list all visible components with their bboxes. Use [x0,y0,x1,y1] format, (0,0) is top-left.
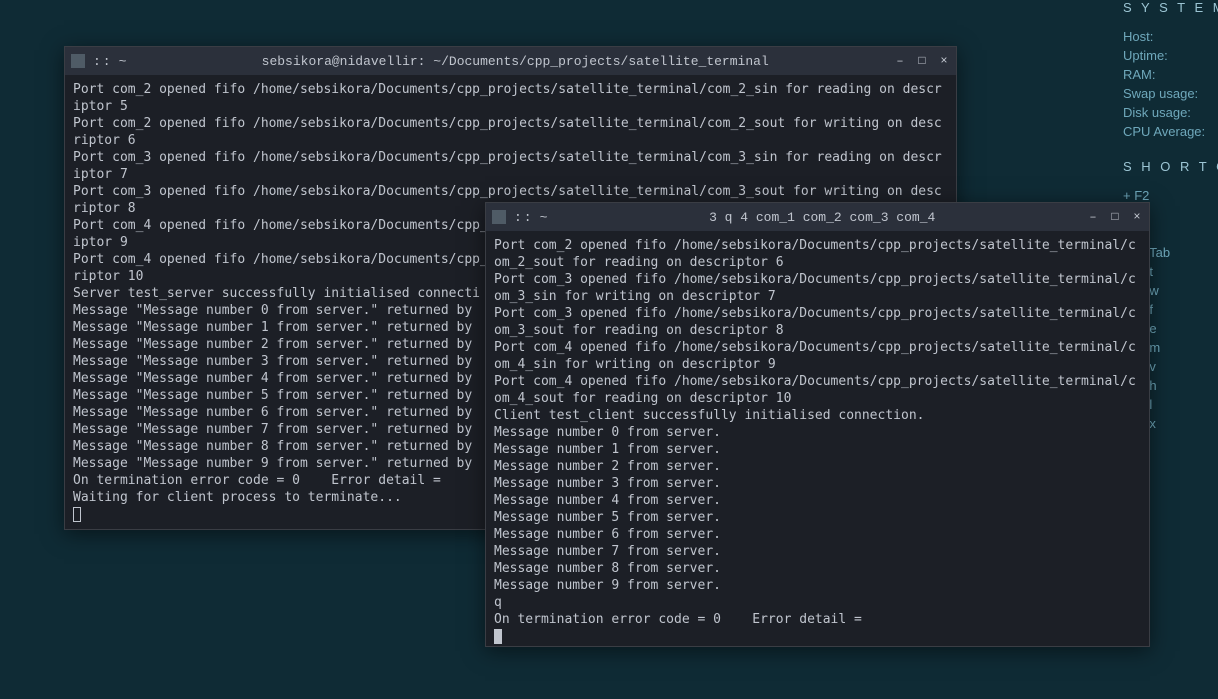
maximize-button[interactable]: □ [916,55,928,67]
terminal-title: 3 q 4 com_1 com_2 com_3 com_4 [557,210,1087,225]
terminal-titlebar[interactable]: :: ~ sebsikora@nidavellir: ~/Documents/c… [65,47,956,75]
sidebar-sys-item: Swap usage: [1123,84,1218,103]
sidebar-heading-system: S Y S T E M I [1123,0,1218,15]
terminal-window-client[interactable]: :: ~ 3 q 4 com_1 com_2 com_3 com_4 – □ ×… [485,202,1150,647]
title-prefix: :: [93,54,113,69]
terminal-title: sebsikora@nidavellir: ~/Documents/cpp_pr… [136,54,894,69]
sidebar-heading-shortcuts: S H O R T C U [1123,159,1218,174]
terminal-text: Port com_2 opened fifo /home/sebsikora/D… [494,238,1136,627]
sidebar-sys-item: Uptime: [1123,46,1218,65]
maximize-button[interactable]: □ [1109,211,1121,223]
close-button[interactable]: × [938,55,950,67]
terminal-titlebar[interactable]: :: ~ 3 q 4 com_1 com_2 com_3 com_4 – □ × [486,203,1149,231]
terminal-icon [71,54,85,68]
terminal-output[interactable]: Port com_2 opened fifo /home/sebsikora/D… [486,231,1149,651]
title-tilde: ~ [540,210,548,225]
sidebar-sys-item: Host: [1123,27,1218,46]
sidebar-sys-item: RAM: [1123,65,1218,84]
cursor-icon [494,629,502,644]
sidebar-sys-item: CPU Average: [1123,122,1218,141]
title-prefix: :: [514,210,534,225]
sidebar-sys-item: Disk usage: [1123,103,1218,122]
minimize-button[interactable]: – [894,55,906,67]
close-button[interactable]: × [1131,211,1143,223]
cursor-icon [73,507,81,522]
title-tilde: ~ [119,54,127,69]
minimize-button[interactable]: – [1087,211,1099,223]
terminal-icon [492,210,506,224]
